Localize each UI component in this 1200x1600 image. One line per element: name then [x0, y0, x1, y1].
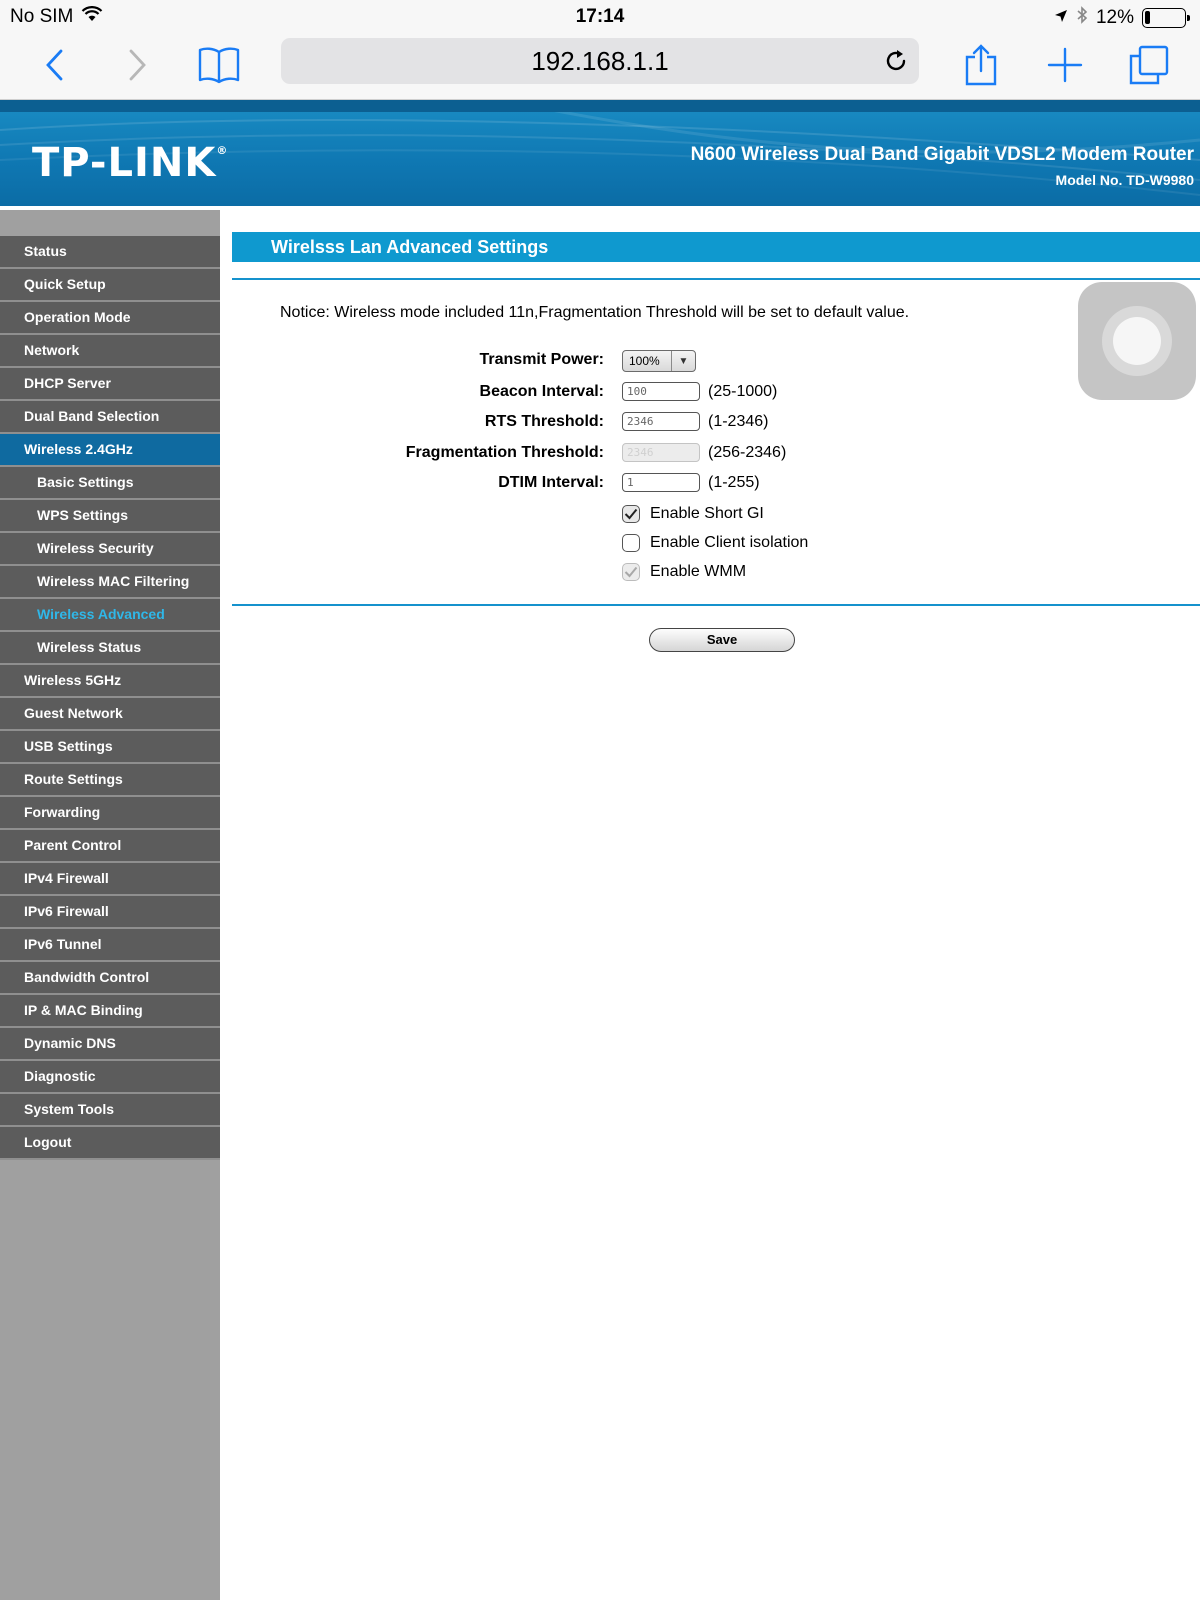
bluetooth-icon [1076, 6, 1088, 30]
fragmentation-threshold-label: Fragmentation Threshold: [405, 444, 604, 461]
wmm-option: Enable WMM [622, 563, 746, 581]
reload-icon [886, 50, 906, 71]
battery-icon [1142, 8, 1190, 28]
fragmentation-threshold-row: Fragmentation Threshold: 2346 (256-2346) [232, 441, 1200, 467]
transmit-power-label: Transmit Power: [479, 351, 604, 368]
sidebar-item-dual-band-selection[interactable]: Dual Band Selection [0, 401, 220, 434]
sidebar-item-bandwidth-control[interactable]: Bandwidth Control [0, 962, 220, 995]
sidebar-item-wireless-2-4ghz[interactable]: Wireless 2.4GHz [0, 434, 220, 467]
notice-text: Notice: Wireless mode included 11n,Fragm… [280, 304, 910, 321]
sidebar-item-usb-settings[interactable]: USB Settings [0, 731, 220, 764]
dtim-interval-range: (1-255) [708, 473, 760, 491]
clock: 17:14 [575, 6, 625, 27]
sidebar-item-operation-mode[interactable]: Operation Mode [0, 302, 220, 335]
beacon-interval-row: Beacon Interval: 100 (25-1000) [232, 380, 1200, 406]
save-button[interactable]: Save [649, 628, 795, 652]
transmit-power-value: 100% [629, 354, 660, 368]
sidebar-item-basic-settings[interactable]: Basic Settings [0, 467, 220, 500]
dtim-interval-row: DTIM Interval: 1 (1-255) [232, 471, 1200, 497]
address-bar[interactable]: 192.168.1.1 [281, 38, 919, 84]
dropdown-arrow-icon: ▼ [671, 351, 695, 371]
sidebar-item-forwarding[interactable]: Forwarding [0, 797, 220, 830]
forward-button[interactable] [112, 40, 162, 90]
reload-button[interactable] [881, 46, 911, 76]
sidebar-item-status[interactable]: Status [0, 236, 220, 269]
page-title: Wirelsss Lan Advanced Settings [232, 232, 1200, 262]
sidebar-item-ipv4-firewall[interactable]: IPv4 Firewall [0, 863, 220, 896]
tabs-icon [1129, 45, 1169, 85]
sidebar-item-dynamic-dns[interactable]: Dynamic DNS [0, 1028, 220, 1061]
transmit-power-select[interactable]: 100% ▼ [622, 350, 696, 372]
beacon-interval-range: (25-1000) [708, 382, 778, 400]
sidebar-item-network[interactable]: Network [0, 335, 220, 368]
rts-threshold-row: RTS Threshold: 2346 (1-2346) [232, 410, 1200, 436]
sidebar-item-ipv6-tunnel[interactable]: IPv6 Tunnel [0, 929, 220, 962]
battery-percent: 12% [1095, 7, 1134, 28]
sidebar-item-wireless-mac-filtering[interactable]: Wireless MAC Filtering [0, 566, 220, 599]
new-tab-button[interactable] [1040, 40, 1090, 90]
chevron-left-icon [46, 49, 63, 81]
tabs-button[interactable] [1124, 40, 1174, 90]
sidebar-menu: Status Quick Setup Operation Mode Network DH… [0, 210, 220, 1600]
status-bar: No SIM 17:14 12% [0, 0, 1200, 34]
chevron-right-icon [129, 49, 146, 81]
client-isolation-checkbox[interactable] [622, 534, 640, 552]
back-button[interactable] [30, 40, 80, 90]
fragmentation-threshold-range: (256-2346) [708, 443, 787, 461]
model-number: Model No. TD-W9980 [1055, 172, 1194, 188]
sidebar-item-system-tools[interactable]: System Tools [0, 1094, 220, 1127]
short-gi-checkbox[interactable] [622, 505, 640, 523]
short-gi-option[interactable]: Enable Short GI [622, 505, 764, 523]
sidebar-item-logout[interactable]: Logout [0, 1127, 220, 1160]
divider-top [232, 278, 1200, 280]
wmm-checkbox [622, 563, 640, 581]
url-text: 192.168.1.1 [531, 46, 669, 76]
book-icon [198, 47, 240, 84]
sidebar-item-guest-network[interactable]: Guest Network [0, 698, 220, 731]
checkmark-icon [624, 508, 638, 520]
share-icon [965, 44, 997, 86]
transmit-power-row: Transmit Power: 100% ▼ [232, 348, 1200, 374]
short-gi-label: Enable Short GI [650, 505, 764, 522]
sidebar-item-diagnostic[interactable]: Diagnostic [0, 1061, 220, 1094]
client-isolation-label: Enable Client isolation [650, 534, 809, 551]
sidebar-item-quick-setup[interactable]: Quick Setup [0, 269, 220, 302]
sidebar-item-wireless-status[interactable]: Wireless Status [0, 632, 220, 665]
dtim-interval-label: DTIM Interval: [498, 474, 604, 491]
browser-toolbar: 192.168.1.1 [0, 34, 1200, 100]
beacon-interval-input[interactable]: 100 [622, 382, 700, 401]
sidebar-item-ipv6-firewall[interactable]: IPv6 Firewall [0, 896, 220, 929]
sidebar-top-spacer [0, 210, 220, 236]
sidebar-item-route-settings[interactable]: Route Settings [0, 764, 220, 797]
product-name: N600 Wireless Dual Band Gigabit VDSL2 Mo… [690, 144, 1194, 165]
beacon-interval-label: Beacon Interval: [479, 383, 604, 400]
share-button[interactable] [956, 40, 1006, 90]
rts-threshold-range: (1-2346) [708, 412, 769, 430]
sidebar-item-wps-settings[interactable]: WPS Settings [0, 500, 220, 533]
sidebar-item-ip-mac-binding[interactable]: IP & MAC Binding [0, 995, 220, 1028]
sidebar-item-wireless-5ghz[interactable]: Wireless 5GHz [0, 665, 220, 698]
location-arrow-icon [1054, 7, 1068, 29]
header-top-stripe [0, 100, 1200, 112]
sidebar-item-wireless-security[interactable]: Wireless Security [0, 533, 220, 566]
assistive-touch-button[interactable] [1078, 282, 1196, 400]
divider-bottom [232, 604, 1200, 606]
router-header: TP-LINK® N600 Wireless Dual Band Gigabit… [0, 100, 1200, 210]
client-isolation-option[interactable]: Enable Client isolation [622, 534, 808, 552]
sidebar-item-wireless-advanced[interactable]: Wireless Advanced [0, 599, 220, 632]
sidebar-item-parent-control[interactable]: Parent Control [0, 830, 220, 863]
fragmentation-threshold-input: 2346 [622, 443, 700, 462]
battery-level [1145, 11, 1150, 24]
tp-link-logo: TP-LINK® [32, 140, 229, 186]
checkmark-icon [624, 566, 638, 578]
dtim-interval-input[interactable]: 1 [622, 473, 700, 492]
nav-list: Status Quick Setup Operation Mode Network DH… [0, 236, 220, 1160]
wmm-label: Enable WMM [650, 563, 747, 580]
sidebar-item-dhcp-server[interactable]: DHCP Server [0, 368, 220, 401]
rts-threshold-label: RTS Threshold: [484, 413, 604, 430]
plus-icon [1047, 47, 1083, 83]
assistive-touch-dot [1113, 317, 1161, 365]
rts-threshold-input[interactable]: 2346 [622, 412, 700, 431]
bookmarks-button[interactable] [194, 40, 244, 90]
